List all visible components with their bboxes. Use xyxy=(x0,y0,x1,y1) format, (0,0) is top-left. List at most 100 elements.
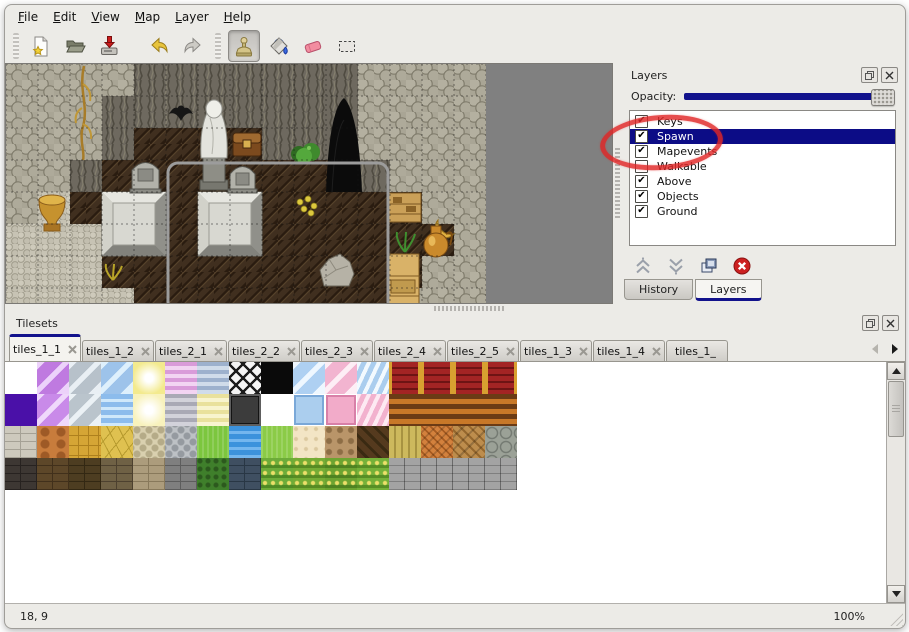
tileset-tile[interactable] xyxy=(325,394,357,426)
tileset-tile[interactable] xyxy=(421,362,453,394)
menu-file[interactable]: File xyxy=(18,10,38,24)
tileset-tile[interactable] xyxy=(5,426,37,458)
tileset-tile[interactable] xyxy=(453,458,485,490)
tileset-tile[interactable] xyxy=(229,426,261,458)
tileset-tile[interactable] xyxy=(101,362,133,394)
tileset-tile[interactable] xyxy=(197,426,229,458)
map-view[interactable] xyxy=(5,63,613,304)
tileset-tile[interactable] xyxy=(101,426,133,458)
tileset-tile[interactable] xyxy=(485,458,517,490)
tileset-tile[interactable] xyxy=(293,458,325,490)
panel-tab-layers[interactable]: Layers xyxy=(695,279,761,301)
checkbox-checked[interactable]: ✔ xyxy=(635,145,648,158)
checkbox-checked[interactable]: ✔ xyxy=(635,190,648,203)
tileset-tile[interactable] xyxy=(389,394,421,426)
tileset-tile[interactable] xyxy=(357,362,389,394)
close-tab-icon[interactable] xyxy=(360,347,369,356)
tileset-tile[interactable] xyxy=(5,458,37,490)
tileset-tile[interactable] xyxy=(165,458,197,490)
tileset-tile[interactable] xyxy=(261,426,293,458)
tileset-tab-tiles_2_4[interactable]: tiles_2_4 xyxy=(374,340,446,361)
close-tab-icon[interactable] xyxy=(214,347,223,356)
tileset-tile[interactable] xyxy=(389,362,421,394)
tileset-tile[interactable] xyxy=(421,458,453,490)
fill-tool-button[interactable] xyxy=(264,31,294,61)
duplicate-layer-button[interactable] xyxy=(697,255,721,276)
tileset-tile[interactable] xyxy=(69,362,101,394)
horizontal-splitter[interactable] xyxy=(5,304,905,312)
tileset-tab-tiles_1_2[interactable]: tiles_1_2 xyxy=(82,340,154,361)
tileset-tab-tiles_2_3[interactable]: tiles_2_3 xyxy=(301,340,373,361)
stamp-tool-button[interactable] xyxy=(228,30,260,62)
tileset-tile[interactable] xyxy=(133,426,165,458)
save-button[interactable] xyxy=(94,31,124,61)
tileset-tile[interactable] xyxy=(261,458,293,490)
layer-row-keys[interactable]: ✔Keys xyxy=(630,114,895,129)
tileset-tile[interactable] xyxy=(389,426,421,458)
close-tab-icon[interactable] xyxy=(141,347,150,356)
tileset-tab-tiles_2_1[interactable]: tiles_2_1 xyxy=(155,340,227,361)
tileset-tab-tiles_1_1[interactable]: tiles_1_1 xyxy=(9,334,81,361)
tileset-tile[interactable] xyxy=(197,458,229,490)
tileset-tile[interactable] xyxy=(357,458,389,490)
scrollbar-thumb[interactable] xyxy=(888,381,904,437)
tileset-tab-tiles_1_3[interactable]: tiles_1_3 xyxy=(520,340,592,361)
tileset-tile[interactable] xyxy=(261,362,293,394)
delete-layer-button[interactable] xyxy=(730,255,754,276)
tileset-tile[interactable] xyxy=(69,458,101,490)
opacity-slider-track[interactable] xyxy=(684,93,893,100)
tileset-tile[interactable] xyxy=(293,362,325,394)
eraser-tool-button[interactable] xyxy=(298,31,328,61)
tileset-tile[interactable] xyxy=(5,394,37,426)
tileset-tile[interactable] xyxy=(293,426,325,458)
tileset-tile[interactable] xyxy=(165,362,197,394)
tileset-tile[interactable] xyxy=(37,362,69,394)
tileset-tile[interactable] xyxy=(37,394,69,426)
tileset-tile[interactable] xyxy=(453,426,485,458)
tileset-tile[interactable] xyxy=(229,362,261,394)
tileset-tile[interactable] xyxy=(229,458,261,490)
tileset-tab-tiles_2_2[interactable]: tiles_2_2 xyxy=(228,340,300,361)
tileset-tile[interactable] xyxy=(421,394,453,426)
tileset-tile[interactable] xyxy=(101,394,133,426)
scrollbar-track[interactable] xyxy=(887,438,905,585)
tileset-tab-tiles_1_[interactable]: tiles_1_ xyxy=(666,340,728,361)
tileset-tile[interactable] xyxy=(485,362,517,394)
tileset-tile[interactable] xyxy=(293,394,325,426)
tileset-tile[interactable] xyxy=(453,362,485,394)
undo-button[interactable] xyxy=(144,31,174,61)
tileset-tile[interactable] xyxy=(69,394,101,426)
tileset-scrollbar[interactable] xyxy=(886,362,905,603)
tileset-tile-empty[interactable] xyxy=(261,394,293,426)
close-tab-icon[interactable] xyxy=(68,345,77,354)
close-panel-button[interactable] xyxy=(881,67,898,83)
tileset-tile[interactable] xyxy=(325,362,357,394)
close-tab-icon[interactable] xyxy=(579,347,588,356)
tileset-tile[interactable] xyxy=(197,394,229,426)
tileset-tile[interactable] xyxy=(165,426,197,458)
tileset-tile-empty[interactable] xyxy=(5,362,37,394)
scroll-tabs-left-button[interactable] xyxy=(865,337,885,361)
menu-edit[interactable]: Edit xyxy=(53,10,76,24)
tileset-tile[interactable] xyxy=(197,362,229,394)
tileset-tile[interactable] xyxy=(37,426,69,458)
vertical-splitter[interactable] xyxy=(613,63,622,304)
layer-row-walkable[interactable]: Walkable xyxy=(630,159,895,174)
tileset-tile[interactable] xyxy=(325,458,357,490)
menu-view[interactable]: View xyxy=(91,10,119,24)
tileset-tile[interactable] xyxy=(389,458,421,490)
tileset-tile[interactable] xyxy=(133,458,165,490)
tileset-tab-tiles_1_4[interactable]: tiles_1_4 xyxy=(593,340,665,361)
tileset-tile[interactable] xyxy=(421,426,453,458)
layer-row-above[interactable]: ✔Above xyxy=(630,174,895,189)
panel-tab-history[interactable]: History xyxy=(624,279,693,300)
checkbox-checked[interactable]: ✔ xyxy=(635,130,648,143)
menu-map[interactable]: Map xyxy=(135,10,160,24)
redo-button[interactable] xyxy=(178,31,208,61)
rect-select-tool-button[interactable] xyxy=(332,31,362,61)
tileset-tile[interactable] xyxy=(101,458,133,490)
tileset-tile[interactable] xyxy=(133,394,165,426)
open-file-button[interactable] xyxy=(60,31,90,61)
checkbox-checked[interactable]: ✔ xyxy=(635,115,648,128)
scroll-up-button[interactable] xyxy=(887,362,905,380)
